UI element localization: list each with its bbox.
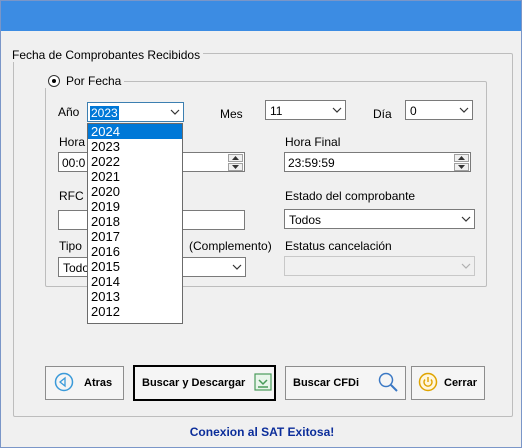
spin-up-icon[interactable]	[454, 154, 469, 162]
download-icon	[253, 372, 273, 395]
hora-final-value: 23:59:59	[288, 156, 335, 170]
atras-button[interactable]: Atras	[45, 366, 124, 400]
ano-value: 2023	[90, 106, 119, 120]
year-option[interactable]: 2014	[88, 274, 182, 289]
buscar-descargar-label: Buscar y Descargar	[142, 377, 246, 389]
chevron-down-icon[interactable]	[228, 258, 245, 276]
year-option[interactable]: 2020	[88, 184, 182, 199]
chevron-down-icon[interactable]	[328, 101, 345, 119]
estado-value: Todos	[289, 213, 322, 227]
tipo-value: Todo	[63, 261, 90, 275]
mes-value: 11	[270, 104, 283, 118]
spin-down-icon[interactable]	[454, 163, 469, 171]
tipo-label-suffix: (Complemento)	[189, 239, 272, 253]
tipo-label: Tipo	[59, 239, 82, 253]
atras-label: Atras	[84, 377, 113, 389]
year-dropdown-list[interactable]: 2024 2023 2022 2021 2020 2019 2018 2017 2016 2015…	[87, 123, 183, 324]
estatus-cancelacion-combo	[284, 256, 475, 276]
main-window: Fecha de Comprobantes Recibidos Por Fech…	[0, 0, 522, 448]
cerrar-button[interactable]: Cerrar	[411, 366, 485, 400]
status-message: Conexion al SAT Exitosa!	[189, 425, 335, 439]
year-option[interactable]: 2023	[88, 139, 182, 154]
dia-label: Día	[373, 107, 392, 121]
year-option[interactable]: 2022	[88, 154, 182, 169]
estado-label: Estado del comprobante	[285, 189, 416, 203]
year-option[interactable]: 2015	[88, 259, 182, 274]
back-arrow-icon	[54, 372, 74, 395]
radio-dot	[52, 79, 56, 83]
buscar-cfdi-label: Buscar CFDi	[293, 377, 360, 389]
chevron-down-icon[interactable]	[166, 103, 183, 121]
hora-final-label: Hora Final	[285, 135, 341, 149]
spin-up-icon[interactable]	[228, 154, 243, 162]
chevron-down-icon	[457, 257, 474, 275]
hora-inicial-label: Hora	[59, 135, 86, 149]
por-fecha-radio-wrap[interactable]: Por Fecha	[45, 74, 125, 88]
search-icon	[377, 371, 399, 396]
buscar-cfdi-button[interactable]: Buscar CFDi	[285, 366, 406, 400]
year-option[interactable]: 2013	[88, 289, 182, 304]
ano-combo[interactable]: 2023	[87, 102, 184, 122]
year-option[interactable]: 2019	[88, 199, 182, 214]
rfc-label: RFC	[59, 189, 84, 203]
year-option[interactable]: 2016	[88, 244, 182, 259]
power-icon	[418, 372, 438, 395]
year-option[interactable]: 2024	[88, 124, 182, 139]
ano-label: Año	[58, 105, 80, 119]
dia-value: 0	[410, 104, 417, 118]
estatus-cancelacion-label: Estatus cancelación	[285, 239, 392, 253]
group-title: Fecha de Comprobantes Recibidos	[9, 48, 204, 62]
year-option[interactable]: 2018	[88, 214, 182, 229]
dia-combo[interactable]: 0	[405, 100, 473, 120]
chevron-down-icon[interactable]	[457, 210, 474, 228]
year-option[interactable]: 2017	[88, 229, 182, 244]
mes-label: Mes	[220, 107, 243, 121]
mes-combo[interactable]: 11	[265, 100, 346, 120]
spin-down-icon[interactable]	[228, 163, 243, 171]
por-fecha-label: Por Fecha	[66, 74, 122, 88]
hora-inicial-spinner[interactable]	[228, 154, 243, 171]
hora-inicial-value: 00:0	[62, 156, 86, 170]
cerrar-label: Cerrar	[444, 377, 478, 389]
year-option[interactable]: 2012	[88, 304, 182, 319]
year-option[interactable]: 2021	[88, 169, 182, 184]
chevron-down-icon[interactable]	[455, 101, 472, 119]
hora-final-spinner[interactable]	[454, 154, 469, 171]
title-bar	[1, 1, 521, 31]
radio-button[interactable]	[48, 75, 60, 87]
hora-final-input[interactable]: 23:59:59	[284, 152, 471, 172]
estado-combo[interactable]: Todos	[284, 209, 475, 229]
buscar-descargar-button[interactable]: Buscar y Descargar	[133, 365, 276, 401]
